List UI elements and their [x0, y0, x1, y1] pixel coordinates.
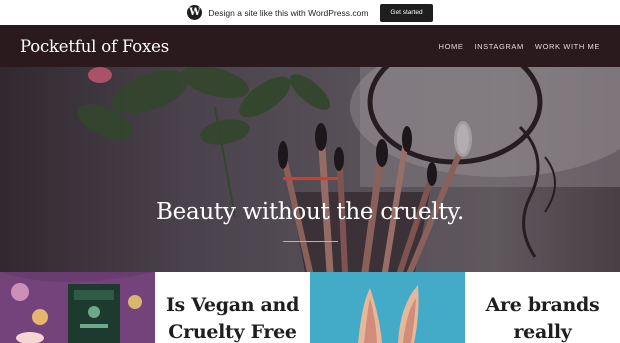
- nav-item-work-with-me[interactable]: WORK WITH ME: [535, 42, 600, 51]
- wordpress-promo-bar: W Design a site like this with WordPress…: [0, 0, 620, 25]
- post-title-4-line1: Are brands: [485, 294, 600, 316]
- primary-nav: HOME INSTAGRAM WORK WITH ME: [439, 42, 600, 51]
- post-title-4[interactable]: Are brands really: [465, 272, 620, 343]
- post-card-2[interactable]: Is Vegan and Cruelty Free: [155, 272, 310, 343]
- post-title-2-line1: Is Vegan and: [165, 294, 300, 316]
- post-card-4[interactable]: Are brands really: [465, 272, 620, 343]
- hero-banner: Beauty without the cruelty.: [0, 67, 620, 272]
- post-grid: Is Vegan and Cruelty Free Are brands rea…: [0, 272, 620, 343]
- hero-divider: [283, 241, 338, 242]
- site-header: Pocketful of Foxes HOME INSTAGRAM WORK W…: [0, 25, 620, 67]
- wordpress-logo-icon[interactable]: W: [187, 5, 203, 20]
- get-started-button[interactable]: Get started: [380, 3, 433, 22]
- post-thumbnail-1[interactable]: [0, 272, 155, 343]
- hero-tagline: Beauty without the cruelty.: [156, 199, 464, 225]
- post-image-1: [0, 272, 155, 343]
- post-thumbnail-3[interactable]: [310, 272, 465, 343]
- post-image-3: [310, 272, 465, 343]
- post-title-2[interactable]: Is Vegan and Cruelty Free: [155, 272, 310, 343]
- hero-accent-rule: [283, 177, 338, 180]
- nav-item-instagram[interactable]: INSTAGRAM: [474, 42, 523, 51]
- post-title-2-line2: Cruelty Free: [168, 321, 297, 343]
- post-title-4-line2: really: [513, 321, 572, 343]
- promo-text: Design a site like this with WordPress.c…: [208, 7, 369, 18]
- site-title[interactable]: Pocketful of Foxes: [20, 37, 169, 56]
- nav-item-home[interactable]: HOME: [439, 42, 464, 51]
